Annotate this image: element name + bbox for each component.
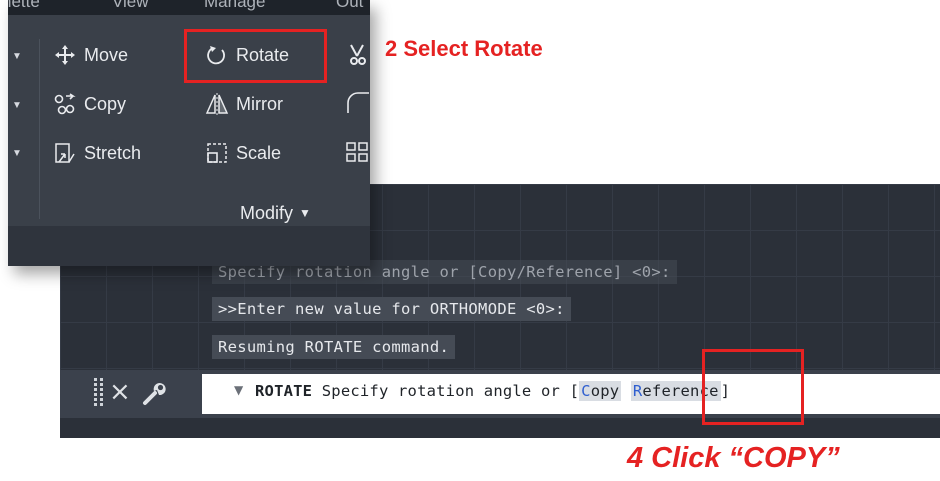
command-line-bar: × ▼ ROTATE Specify rotation angle or [Co… (60, 370, 940, 418)
stretch-label: Stretch (84, 142, 142, 163)
dropdown-arrow-icon[interactable]: ▼ (12, 100, 22, 111)
rotate-highlight-box (184, 29, 327, 83)
array-icon[interactable] (345, 140, 369, 164)
modify-panel-title[interactable]: Modify ▼ (240, 203, 311, 224)
move-button[interactable]: Move (53, 40, 128, 70)
copy-button[interactable]: Copy (53, 89, 126, 119)
fillet-icon[interactable] (345, 91, 369, 115)
tab-nette[interactable]: nette (8, 0, 40, 12)
dropdown-arrow-icon[interactable]: ▼ (12, 51, 22, 62)
grip-icon[interactable] (94, 378, 103, 408)
stretch-icon (55, 143, 75, 163)
trim-icon[interactable] (345, 42, 369, 66)
chevron-down-icon: ▼ (299, 206, 311, 220)
modify-panel-label: Modify (240, 203, 294, 223)
mirror-button[interactable]: Mirror (205, 89, 283, 119)
ribbon-footer (8, 226, 370, 266)
mirror-label: Mirror (236, 93, 283, 114)
chevron-down-icon[interactable]: ▼ (234, 383, 243, 397)
copy-icon (54, 93, 76, 115)
option-copy-rest: opy (590, 382, 620, 400)
command-history-line: Resuming ROTATE command. (212, 335, 456, 359)
scale-button[interactable]: Scale (205, 138, 281, 168)
bracket-open: [ (569, 382, 580, 400)
ribbon-tab-strip: nette View Manage Out (8, 0, 370, 15)
close-icon[interactable]: × (109, 377, 131, 407)
scale-label: Scale (236, 142, 282, 163)
stretch-button[interactable]: Stretch (53, 138, 141, 168)
tab-output[interactable]: Out (336, 0, 363, 12)
wrench-icon[interactable] (140, 378, 170, 408)
copy-highlight-box (702, 349, 804, 425)
command-history-line: >>Enter new value for ORTHOMODE <0>: (212, 297, 571, 321)
command-prompt: ROTATE Specify rotation angle or [Copy R… (255, 381, 730, 401)
command-name: ROTATE (255, 382, 313, 400)
step-4-annotation: 4 Click “COPY” (627, 442, 840, 474)
scale-icon (207, 143, 227, 163)
dropdown-arrow-icon[interactable]: ▼ (12, 148, 22, 159)
tab-view[interactable]: View (112, 0, 149, 12)
move-icon (55, 45, 75, 65)
option-reference-hotkey: R (632, 382, 643, 400)
option-copy-hotkey: C (581, 382, 591, 400)
option-copy[interactable]: Copy (579, 381, 622, 401)
copy-label: Copy (84, 93, 127, 114)
move-label: Move (84, 44, 129, 65)
mirror-icon (205, 93, 229, 115)
panel-divider (39, 39, 40, 219)
step-2-annotation: 2 Select Rotate (385, 36, 543, 61)
prompt-text: Specify rotation angle or (321, 382, 561, 400)
command-bar-bottom (60, 418, 940, 438)
command-input[interactable]: ▼ ROTATE Specify rotation angle or [Copy… (202, 374, 940, 414)
tab-manage[interactable]: Manage (204, 0, 265, 12)
